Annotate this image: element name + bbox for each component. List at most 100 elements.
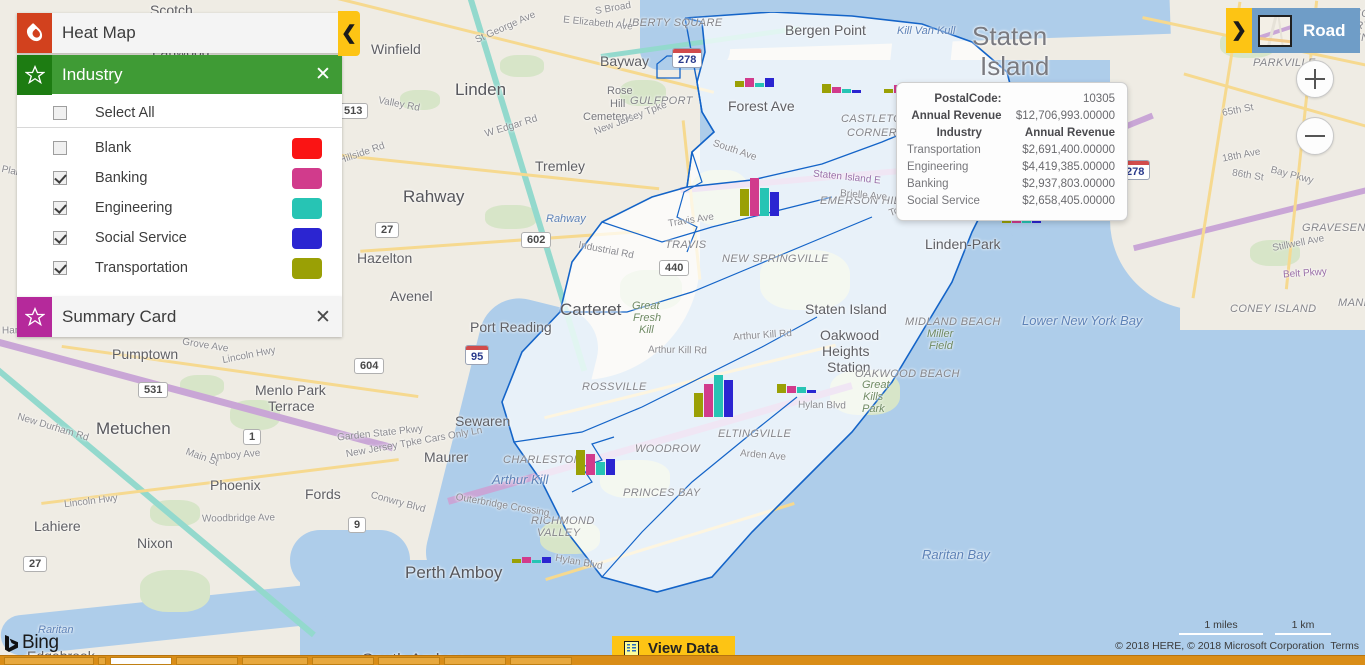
data-bar-banking xyxy=(750,178,759,216)
select-all-row[interactable]: Select All xyxy=(17,98,342,128)
tooltip-annual-revenue-value: $12,706,993.00000 xyxy=(1015,110,1115,122)
scale-km-label: 1 km xyxy=(1291,619,1315,631)
data-bar-engineering xyxy=(596,462,605,475)
data-bar-marker[interactable] xyxy=(694,375,733,417)
tooltip-row: Transportation $2,691,400.00000 xyxy=(907,142,1115,159)
industry-color-swatch[interactable] xyxy=(292,167,322,189)
map-type-selector[interactable]: Road xyxy=(1252,8,1360,53)
route-shield: 27 xyxy=(23,556,48,572)
taskbar-item[interactable] xyxy=(312,656,374,665)
industry-panel-close-icon[interactable]: ✕ xyxy=(304,55,342,95)
expand-legend-button[interactable]: ❯ xyxy=(1226,8,1252,53)
data-bar-social-service xyxy=(852,90,861,93)
park-patch xyxy=(620,80,666,106)
tooltip-row-revenue: $2,937,803.00000 xyxy=(1022,178,1115,190)
industry-checkbox-transportation[interactable] xyxy=(53,261,67,275)
industry-row-banking[interactable]: Banking xyxy=(17,163,342,193)
route-shield: 513 xyxy=(338,103,369,119)
map-label: Miller xyxy=(927,328,954,340)
flame-icon xyxy=(17,13,52,53)
industry-row-transportation[interactable]: Transportation xyxy=(17,253,342,283)
industry-color-swatch[interactable] xyxy=(292,227,322,249)
industry-color-swatch[interactable] xyxy=(292,257,322,279)
data-bar-marker[interactable] xyxy=(740,178,779,216)
park-patch xyxy=(140,570,210,612)
os-taskbar[interactable] xyxy=(0,655,1365,665)
industry-label: Transportation xyxy=(95,260,188,276)
route-shield: 9 xyxy=(348,517,367,533)
industry-label: Social Service xyxy=(95,230,187,246)
taskbar-item[interactable] xyxy=(242,656,308,665)
industry-checkbox-banking[interactable] xyxy=(53,171,67,185)
tooltip-row-industry: Engineering xyxy=(907,161,969,173)
zoom-out-button[interactable] xyxy=(1296,117,1334,155)
map-label: WOODROW xyxy=(635,443,701,455)
data-bar-transportation xyxy=(822,84,831,93)
industry-panel-title: Industry xyxy=(62,64,123,84)
industry-checkbox-social-service[interactable] xyxy=(53,231,67,245)
data-bar-marker[interactable] xyxy=(822,84,861,93)
map-label: Lower New York Bay xyxy=(1022,313,1143,328)
route-shield: 440 xyxy=(659,260,690,276)
park-patch xyxy=(540,520,600,554)
taskbar-item[interactable] xyxy=(378,656,440,665)
data-bar-marker[interactable] xyxy=(777,384,816,393)
tooltip-row-industry: Banking xyxy=(907,178,949,190)
map-label: ROSSVILLE xyxy=(582,381,647,393)
industry-row-blank[interactable]: Blank xyxy=(17,133,342,163)
park-patch xyxy=(230,400,280,430)
industry-color-swatch[interactable] xyxy=(292,197,322,219)
map-infobox-tooltip: PostalCode: 10305 Annual Revenue $12,706… xyxy=(896,82,1128,221)
summary-card-close-icon[interactable]: ✕ xyxy=(304,297,342,337)
data-bar-social-service xyxy=(542,557,551,563)
taskbar-item[interactable] xyxy=(4,656,94,665)
scale-km: 1 km xyxy=(1275,619,1331,635)
industry-color-swatch[interactable] xyxy=(292,137,322,159)
zoom-in-button[interactable] xyxy=(1296,60,1334,98)
landmass-coney-island xyxy=(1180,270,1365,330)
star-icon xyxy=(17,297,52,337)
summary-card-header: Summary Card ✕ xyxy=(17,297,342,337)
summary-card-panel: Summary Card ✕ xyxy=(17,297,342,337)
bing-logo[interactable]: Bing xyxy=(4,632,59,654)
tooltip-row-revenue: $4,419,385.00000 xyxy=(1022,161,1115,173)
park-patch xyxy=(150,500,200,526)
industry-legend-list: Blank Banking Engineering Social Service Tra… xyxy=(17,128,342,297)
taskbar-item[interactable] xyxy=(110,656,172,665)
select-all-checkbox[interactable] xyxy=(53,105,67,120)
map-copyright: © 2018 HERE, © 2018 Microsoft Corporatio… xyxy=(1115,640,1359,652)
tooltip-row: Engineering $4,419,385.00000 xyxy=(907,159,1115,176)
data-bar-marker[interactable] xyxy=(576,450,615,475)
data-bar-engineering xyxy=(842,89,851,93)
data-bar-social-service xyxy=(724,380,733,417)
data-bar-marker[interactable] xyxy=(735,78,774,87)
taskbar-item[interactable] xyxy=(98,656,106,665)
data-bar-banking xyxy=(832,87,841,93)
taskbar-item[interactable] xyxy=(444,656,506,665)
route-shield: 531 xyxy=(138,382,169,398)
industry-checkbox-engineering[interactable] xyxy=(53,201,67,215)
data-bar-engineering xyxy=(755,83,764,87)
industry-label: Blank xyxy=(95,140,132,156)
map-thumbnail-icon xyxy=(1258,14,1292,47)
route-shield: 278 xyxy=(672,48,703,68)
data-bar-transportation xyxy=(884,89,893,93)
table-icon xyxy=(624,641,639,656)
data-bar-engineering xyxy=(532,560,541,563)
data-bar-transportation xyxy=(777,384,786,393)
tooltip-row-revenue: $2,691,400.00000 xyxy=(1022,144,1115,156)
industry-checkbox-blank[interactable] xyxy=(53,141,67,155)
star-icon xyxy=(17,54,52,95)
taskbar-item[interactable] xyxy=(176,656,238,665)
industry-row-engineering[interactable]: Engineering xyxy=(17,193,342,223)
data-bar-banking xyxy=(586,454,595,475)
data-bar-marker[interactable] xyxy=(512,557,551,563)
route-shield: 95 xyxy=(465,345,490,365)
collapse-panel-button[interactable]: ❮ xyxy=(338,11,360,56)
industry-row-social-service[interactable]: Social Service xyxy=(17,223,342,253)
data-bar-banking xyxy=(522,557,531,563)
map-label: Forest Ave xyxy=(728,98,795,114)
tooltip-row-industry: Transportation xyxy=(907,144,981,156)
terms-link[interactable]: Terms xyxy=(1330,640,1359,652)
taskbar-item[interactable] xyxy=(510,656,572,665)
